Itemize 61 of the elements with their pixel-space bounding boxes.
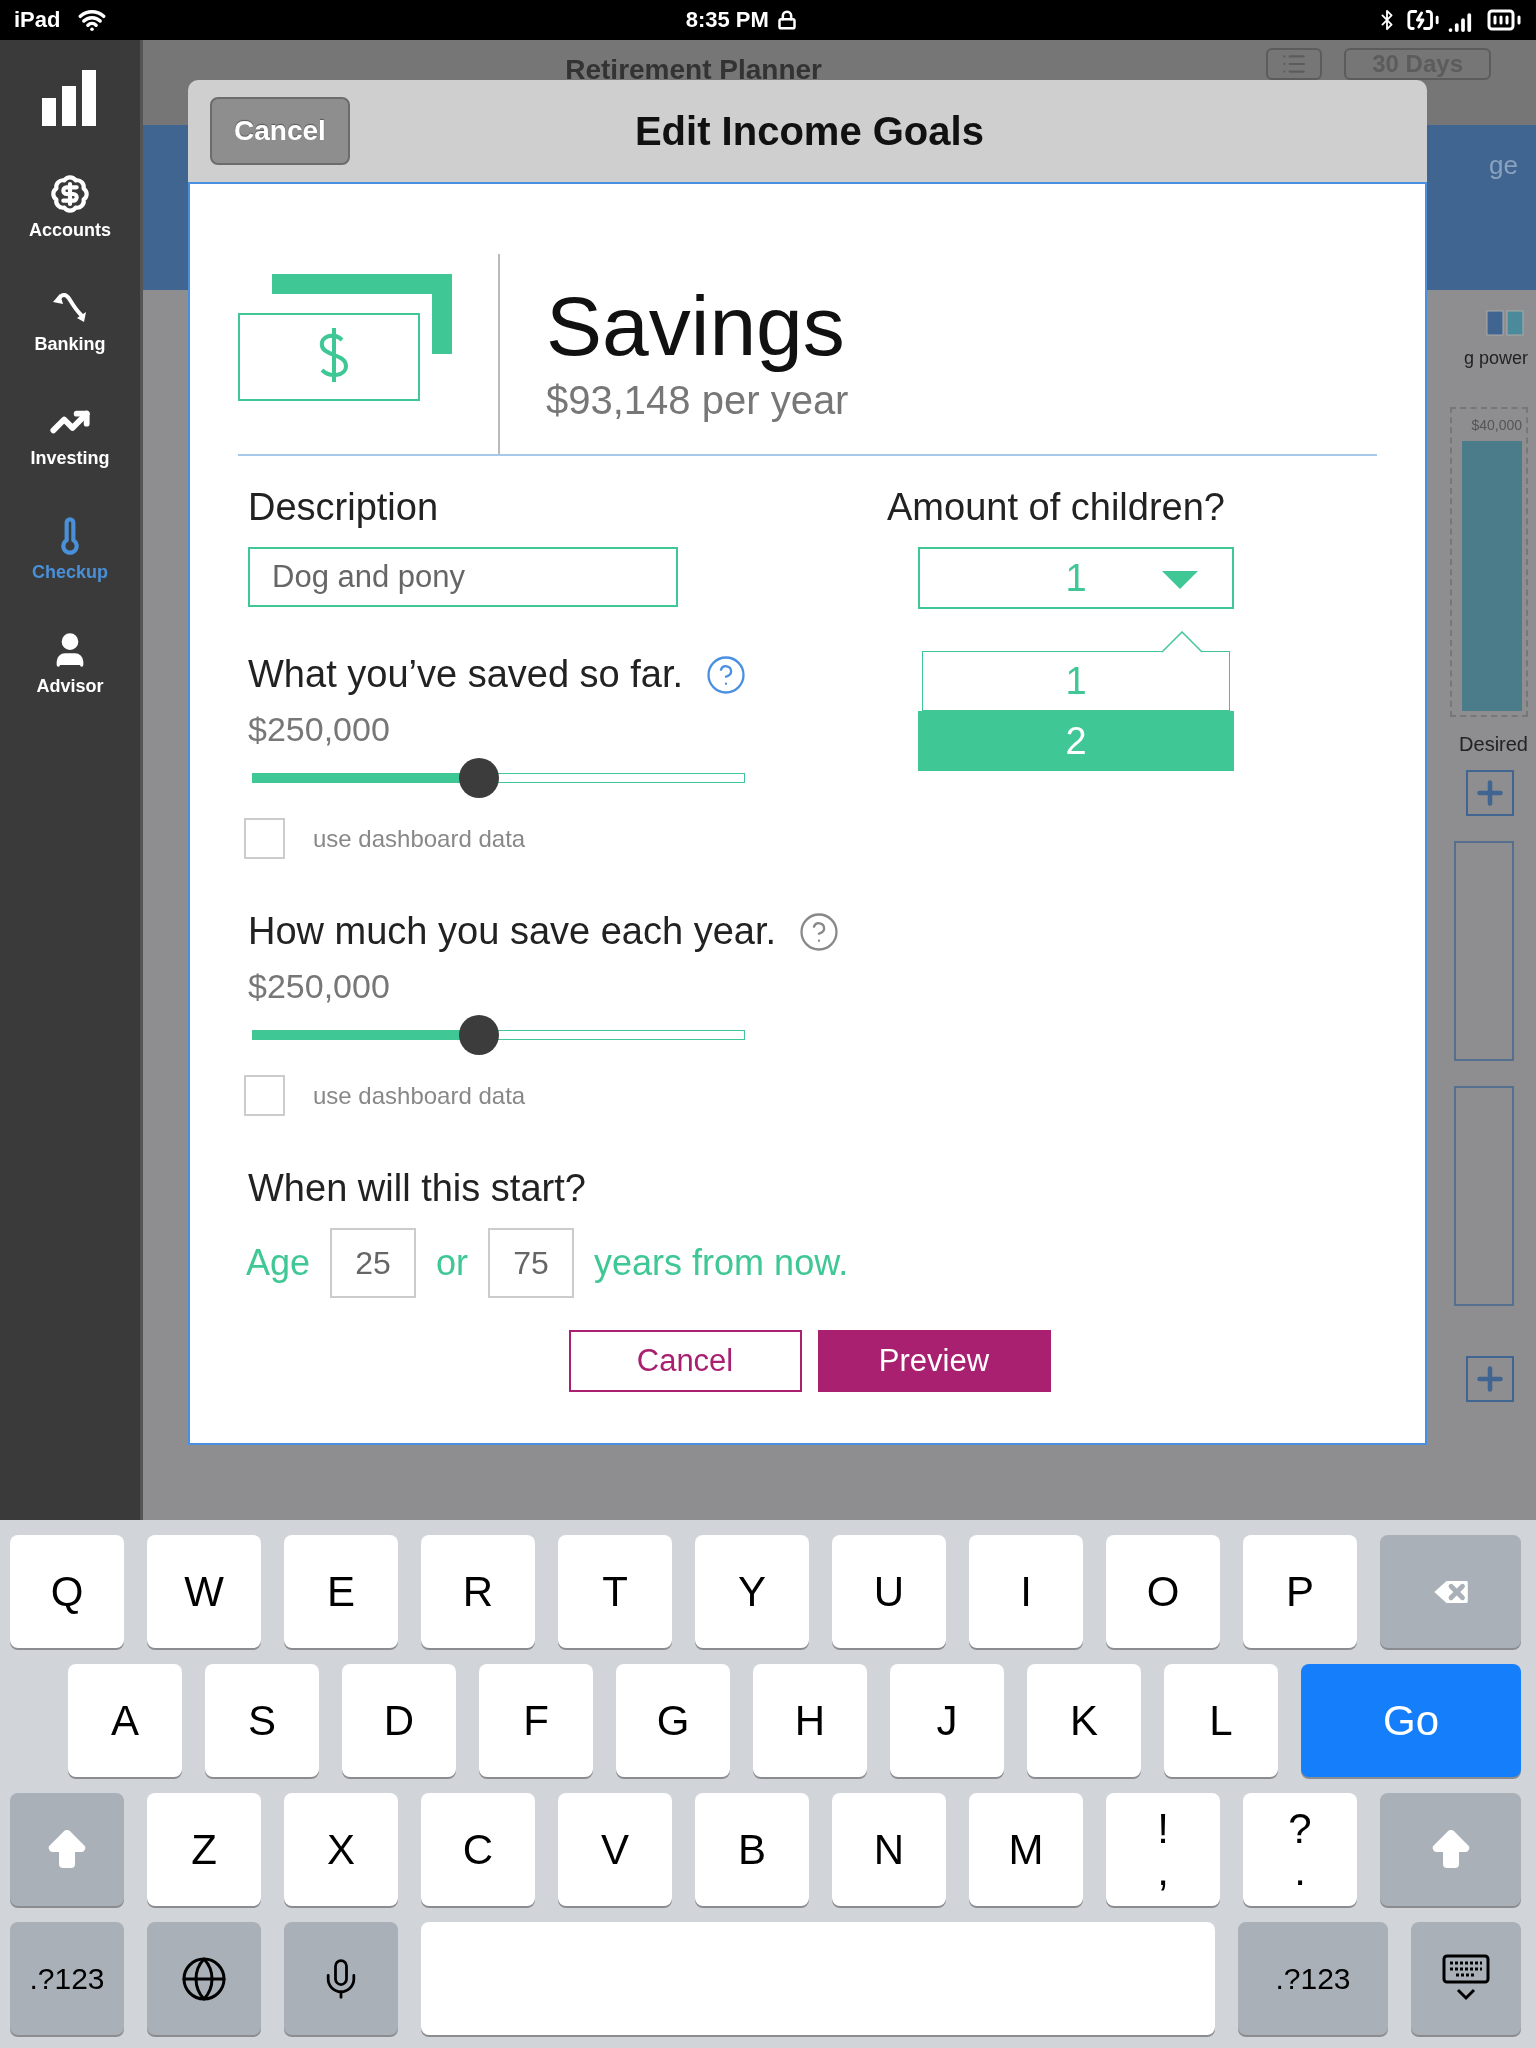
amount-value: $250,000 <box>248 710 391 749</box>
column-label: Desired <box>1459 733 1528 756</box>
numbers-key[interactable]: .?123 <box>1238 1922 1388 2035</box>
field-label: When will this start? <box>248 1167 587 1210</box>
sidebar-item[interactable]: Banking <box>34 288 106 372</box>
sidebar-item[interactable]: Investing <box>30 402 110 486</box>
letter-key[interactable]: O <box>1106 1535 1220 1648</box>
field-label: Description <box>248 486 440 529</box>
letter-key[interactable]: R <box>421 1535 535 1648</box>
chart-value-label: $40,000 <box>1471 417 1522 433</box>
letter-key[interactable]: J <box>890 1664 1004 1777</box>
letter-key[interactable]: Y <box>695 1535 809 1648</box>
letter-key[interactable]: U <box>832 1535 946 1648</box>
letter-key[interactable]: G <box>616 1664 730 1777</box>
numbers-key[interactable]: .?123 <box>10 1922 124 2035</box>
checkbox-label: use dashboard data <box>313 1081 526 1110</box>
checkbox-label: use dashboard data <box>313 824 526 853</box>
or-label: or <box>436 1242 469 1284</box>
letter-key[interactable]: Q <box>10 1535 124 1648</box>
letter-key[interactable]: N <box>832 1793 946 1906</box>
field-label: What you’ve saved so far. <box>248 653 684 696</box>
letter-key[interactable]: M <box>969 1793 1083 1906</box>
punctuation-key[interactable]: ! , <box>1106 1793 1220 1906</box>
field-label: Amount of children? <box>887 486 1226 529</box>
letter-key[interactable]: I <box>969 1535 1083 1648</box>
device-name: iPad <box>14 7 61 33</box>
letter-key[interactable]: V <box>558 1793 672 1906</box>
field-label: How much you save each year. <box>248 910 777 953</box>
sidebar-item[interactable]: Accounts <box>29 174 111 258</box>
letter-key[interactable]: F <box>479 1664 593 1777</box>
go-key[interactable]: Go <box>1301 1664 1521 1777</box>
description-field[interactable]: Dog and pony <box>248 547 678 607</box>
legend-label: g power <box>1463 348 1528 369</box>
letter-key[interactable]: C <box>421 1793 535 1906</box>
years-label: years from now. <box>594 1242 849 1284</box>
letter-key[interactable]: A <box>68 1664 182 1777</box>
letter-key[interactable]: L <box>1164 1664 1278 1777</box>
dialog-title: Edit Income Goals <box>633 108 985 154</box>
age-label: Age <box>246 1242 311 1284</box>
age-field[interactable]: 25 <box>330 1228 417 1298</box>
clock-time: 8:35 PM <box>685 7 769 33</box>
punctuation-key[interactable]: ? . <box>1243 1793 1357 1906</box>
tab-label: ge <box>1489 150 1518 182</box>
preview-button[interactable]: Preview <box>817 1330 1051 1392</box>
letter-key[interactable]: E <box>284 1535 398 1648</box>
cancel-button[interactable]: Cancel <box>568 1330 802 1392</box>
sidebar-item[interactable]: Advisor <box>36 630 104 714</box>
years-field[interactable]: 75 <box>488 1228 575 1298</box>
letter-key[interactable]: H <box>753 1664 867 1777</box>
letter-key[interactable]: X <box>284 1793 398 1906</box>
page-title: Retirement Planner <box>564 53 823 86</box>
amount-value: $250,000 <box>248 967 391 1006</box>
letter-key[interactable]: S <box>205 1664 319 1777</box>
goal-amount: $93,148 per year <box>546 378 849 423</box>
letter-key[interactable]: D <box>342 1664 456 1777</box>
letter-key[interactable]: W <box>147 1535 261 1648</box>
letter-key[interactable]: Z <box>147 1793 261 1906</box>
letter-key[interactable]: K <box>1027 1664 1141 1777</box>
letter-key[interactable]: B <box>695 1793 809 1906</box>
letter-key[interactable]: T <box>558 1535 672 1648</box>
letter-key[interactable]: P <box>1243 1535 1357 1648</box>
